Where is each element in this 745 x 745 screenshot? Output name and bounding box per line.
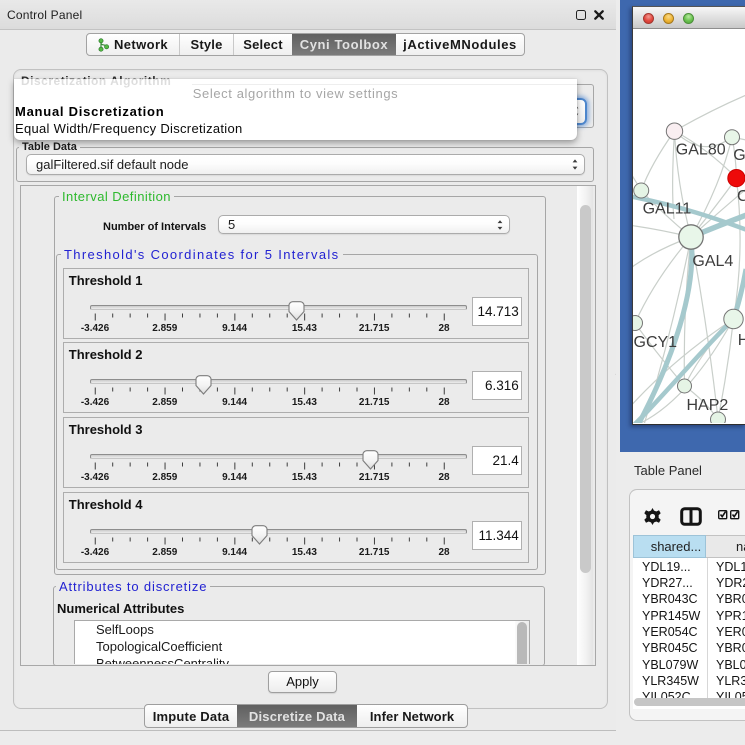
svg-text:GA: GA [733,147,745,164]
svg-text:GAL11: GAL11 [643,200,692,217]
svg-text:GAL80: GAL80 [676,141,726,158]
svg-text:GCY1: GCY1 [634,334,678,351]
svg-text:GAL4: GAL4 [692,253,733,270]
svg-text:C: C [737,188,745,205]
svg-text:HAP2: HAP2 [687,397,729,414]
svg-text:H: H [738,332,745,349]
